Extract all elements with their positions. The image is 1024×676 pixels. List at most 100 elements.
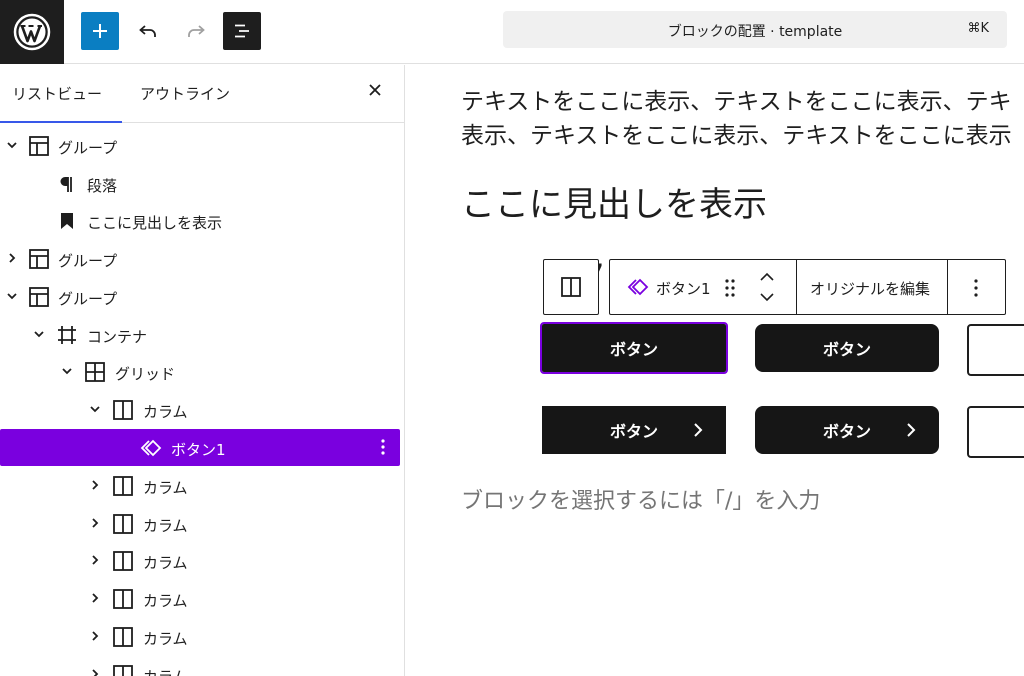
chevron-down-icon[interactable] [31,326,47,342]
tree-item-label: グループ [58,290,118,308]
column-icon [113,589,133,609]
bookmark-icon [61,213,73,229]
undo-button[interactable] [129,12,167,50]
tree-item-column[interactable]: カラム [0,580,400,617]
add-block-button[interactable] [81,12,119,50]
chevron-right-icon[interactable] [87,552,103,568]
column-icon [113,665,133,676]
plus-icon [93,24,107,38]
chevron-down-icon[interactable] [59,363,75,379]
synced-pattern-icon[interactable] [626,276,650,298]
tree-item-column[interactable]: カラム [0,467,400,504]
chevron-right-icon[interactable] [87,590,103,606]
tree-item-label: グリッド [115,365,176,383]
paragraph-line: テキストをここに表示、テキストをここに表示、テキ [461,89,1012,115]
tree-item-label: カラム [143,517,188,535]
heading-block[interactable]: ここに見出しを表示 [461,183,767,227]
group-icon [29,136,49,156]
tree-item-label: 段落 [87,177,118,195]
tree-item-grid[interactable]: グリッド [0,353,400,390]
block-toolbar-group: ボタン1 オリジナルを編集 [609,259,1006,315]
tree-item-group[interactable]: グループ [0,240,400,277]
sidebar-tabs: リストビュー アウトライン [0,65,404,123]
drag-handle-icon[interactable] [723,277,737,299]
toolbar-separator [947,260,948,314]
column-icon [113,627,133,647]
editor-canvas: テキストをここに表示、テキストをここに表示、テキ 表示、テキストをここに表示、テ… [406,65,1024,676]
chevron-right-icon[interactable] [87,628,103,644]
tree-item-column[interactable]: カラム [0,391,400,428]
tree-item-column[interactable]: カラム [0,618,400,655]
tab-list-view[interactable]: リストビュー [0,83,122,123]
chevron-down-icon[interactable] [4,137,20,153]
move-down-icon[interactable] [758,290,776,304]
tree-item-paragraph[interactable]: 段落 [0,165,400,202]
tree-item-column[interactable]: カラム [0,542,400,579]
tab-outline[interactable]: アウトライン [140,83,230,123]
column-icon [113,514,133,534]
list-view-icon [235,24,249,38]
button-block-selected[interactable]: ボタン [540,322,728,374]
tree-item-label: グループ [58,139,118,157]
button-label: ボタン [822,422,871,441]
block-name-label[interactable]: ボタン1 [656,278,711,299]
tree-item-label: カラム [143,554,188,572]
tree-item-column[interactable]: カラム [0,656,400,676]
tree-item-group[interactable]: グループ [0,127,400,164]
list-view-button[interactable] [223,12,261,50]
tree-item-heading[interactable]: ここに見出しを表示 [0,202,400,239]
tree-item-container[interactable]: コンテナ [0,316,400,353]
button-label: ボタン [609,422,658,441]
chevron-down-icon[interactable] [87,401,103,417]
close-icon [369,84,381,96]
wordpress-icon [13,13,51,51]
tree-item-group[interactable]: グループ [0,278,400,315]
command-palette-bar[interactable]: ブロックの配置 · template ⌘K [503,11,1007,48]
tree-item-label: カラム [143,666,188,676]
paragraph-block[interactable]: テキストをここに表示、テキストをここに表示、テキ 表示、テキストをここに表示、テ… [461,85,1024,153]
paragraph-icon [60,177,72,192]
undo-icon [139,25,156,37]
wordpress-logo[interactable] [0,0,64,64]
tree-item-label: カラム [143,403,188,421]
tree-item-label: グループ [58,252,118,270]
close-sidebar-button[interactable] [365,81,385,101]
move-up-icon[interactable] [758,270,776,284]
grid-icon [85,362,105,382]
button-label: ボタン [822,340,871,359]
button-block-arrow[interactable]: ボタン [755,406,939,454]
button-label: ボタン [609,340,658,359]
chevron-down-icon[interactable] [4,288,20,304]
tree-item-button-selected[interactable]: ボタン1 [0,429,400,466]
group-icon [29,287,49,307]
tree-item-label: カラム [143,479,188,497]
chevron-right-icon [694,423,703,437]
redo-icon [188,25,205,37]
more-options-icon[interactable] [973,277,979,299]
tree-item-label: カラム [143,630,188,648]
chevron-right-icon[interactable] [4,250,20,266]
column-icon [561,277,581,297]
redo-button[interactable] [177,12,215,50]
block-appender-placeholder[interactable]: ブロックを選択するには「/」を入力 [461,483,820,515]
chevron-right-icon[interactable] [87,666,103,676]
select-parent-button[interactable] [543,259,599,315]
more-options-icon[interactable] [380,437,386,457]
chevron-right-icon [907,423,916,437]
group-icon [29,249,49,269]
column-icon [113,551,133,571]
synced-pattern-icon [140,439,162,457]
edit-original-button[interactable]: オリジナルを編集 [810,278,930,299]
outline-button-block[interactable] [967,406,1024,458]
tree-item-label: ボタン1 [171,441,226,459]
list-view-sidebar: リストビュー アウトライン グループ 段落 ここに見出しを表示 グループ グルー… [0,65,405,676]
tree-item-column[interactable]: カラム [0,505,400,542]
button-block-arrow[interactable]: ボタン [542,406,726,454]
command-shortcut: ⌘K [967,21,989,36]
button-block[interactable]: ボタン [755,324,939,372]
tree-item-label: ここに見出しを表示 [87,214,223,232]
paragraph-line: 表示、テキストをここに表示、テキストをここに表示 [461,123,1012,149]
chevron-right-icon[interactable] [87,477,103,493]
outline-button-block[interactable] [967,324,1024,376]
chevron-right-icon[interactable] [87,515,103,531]
